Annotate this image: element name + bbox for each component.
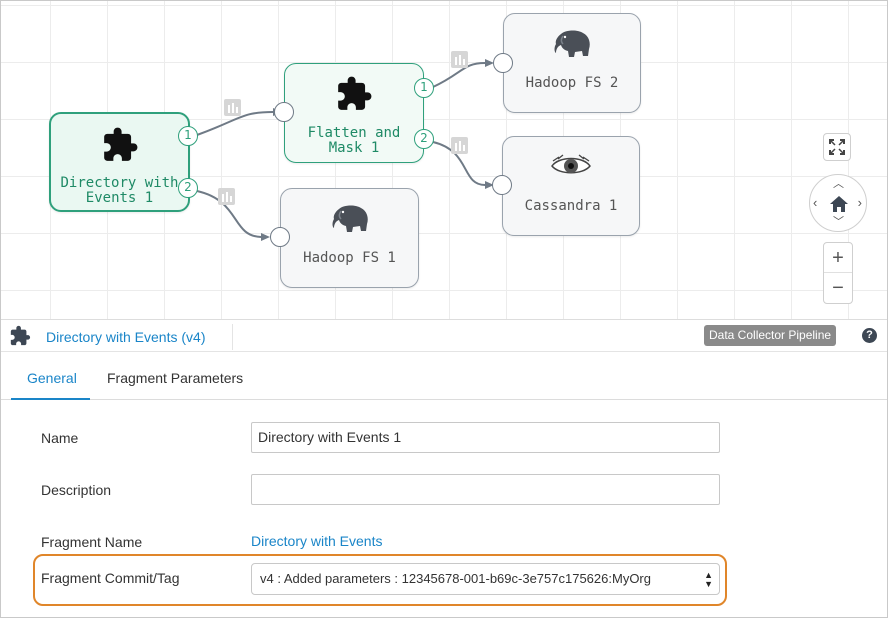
stage-title-link[interactable]: Directory with Events (v4) (46, 329, 205, 345)
input-port[interactable] (492, 175, 512, 195)
zoom-controls: + − (823, 242, 853, 304)
active-tab-indicator (11, 398, 90, 400)
config-tabs: General Fragment Parameters (1, 352, 887, 400)
name-label: Name (41, 430, 79, 446)
puzzle-icon (10, 325, 31, 346)
stage-directory-with-events[interactable]: Directory with Events 1 (49, 112, 190, 212)
fragment-commit-select[interactable]: v4 : Added parameters : 12345678-001-b69… (251, 563, 720, 595)
stage-flatten-and-mask[interactable]: Flatten and Mask 1 (284, 63, 424, 163)
pipeline-type-badge: Data Collector Pipeline (704, 325, 837, 346)
commit-select-value: v4 : Added parameters : 12345678-001-b69… (260, 571, 651, 586)
stage-label: Cassandra 1 (524, 198, 618, 214)
pan-up-arrow[interactable]: ︿ (833, 175, 844, 191)
fragment-name-label: Fragment Name (41, 534, 143, 550)
fragment-commit-label: Fragment Commit/Tag (41, 570, 180, 586)
fragment-name-link[interactable]: Directory with Events (251, 533, 382, 549)
stage-label: Mask 1 (328, 140, 380, 156)
pan-left-arrow[interactable]: ‹ (813, 195, 817, 210)
input-port[interactable] (274, 102, 294, 122)
hadoop-elephant-icon (554, 30, 590, 57)
tab-general[interactable]: General (27, 370, 77, 386)
cassandra-eye-icon (551, 154, 591, 174)
fit-to-screen-button[interactable] (823, 133, 851, 161)
home-icon[interactable] (829, 195, 849, 213)
output-port-1[interactable]: 1 (178, 126, 198, 146)
puzzle-icon (103, 127, 137, 161)
stage-label: Flatten and (307, 125, 401, 141)
hadoop-elephant-icon (332, 205, 368, 232)
link-stats-icon[interactable] (218, 188, 235, 205)
zoom-in-button[interactable]: + (824, 243, 852, 273)
stage-config-header: Directory with Events (v4) Data Collecto… (1, 319, 887, 352)
pipeline-editor: Directory with Events 1 1 2 Flatten and … (0, 0, 888, 618)
stage-label: Events 1 (85, 190, 154, 206)
output-port-2[interactable]: 2 (414, 129, 434, 149)
help-icon[interactable]: ? (862, 328, 877, 343)
output-port-2[interactable]: 2 (178, 178, 198, 198)
tab-fragment-parameters[interactable]: Fragment Parameters (107, 370, 243, 386)
zoom-out-button[interactable]: − (824, 273, 852, 303)
link-stats-icon[interactable] (451, 51, 468, 68)
input-port[interactable] (270, 227, 290, 247)
description-label: Description (41, 482, 112, 498)
stage-label: Hadoop FS 2 (525, 75, 619, 91)
link-stats-icon[interactable] (224, 99, 241, 116)
puzzle-icon (338, 76, 372, 110)
description-field[interactable] (251, 474, 720, 505)
expand-icon (829, 139, 845, 155)
divider (232, 324, 233, 350)
stage-label: Directory with (60, 175, 179, 191)
pan-down-arrow[interactable]: ﹀ (833, 213, 844, 229)
stage-label: Hadoop FS 1 (303, 250, 396, 266)
stage-hadoop-fs-2[interactable]: Hadoop FS 2 (503, 13, 641, 113)
input-port[interactable] (493, 53, 513, 73)
output-port-1[interactable]: 1 (414, 78, 434, 98)
select-arrows-icon: ▲ ▼ (704, 570, 713, 589)
pan-control[interactable]: ︿ ‹ › ﹀ (809, 174, 867, 232)
name-field[interactable]: Directory with Events 1 (251, 422, 720, 453)
pipeline-canvas[interactable]: Directory with Events 1 1 2 Flatten and … (1, 1, 887, 319)
stage-cassandra-1[interactable]: Cassandra 1 (502, 136, 640, 236)
link-stats-icon[interactable] (451, 137, 468, 154)
stage-hadoop-fs-1[interactable]: Hadoop FS 1 (280, 188, 419, 288)
pan-right-arrow[interactable]: › (858, 195, 862, 210)
